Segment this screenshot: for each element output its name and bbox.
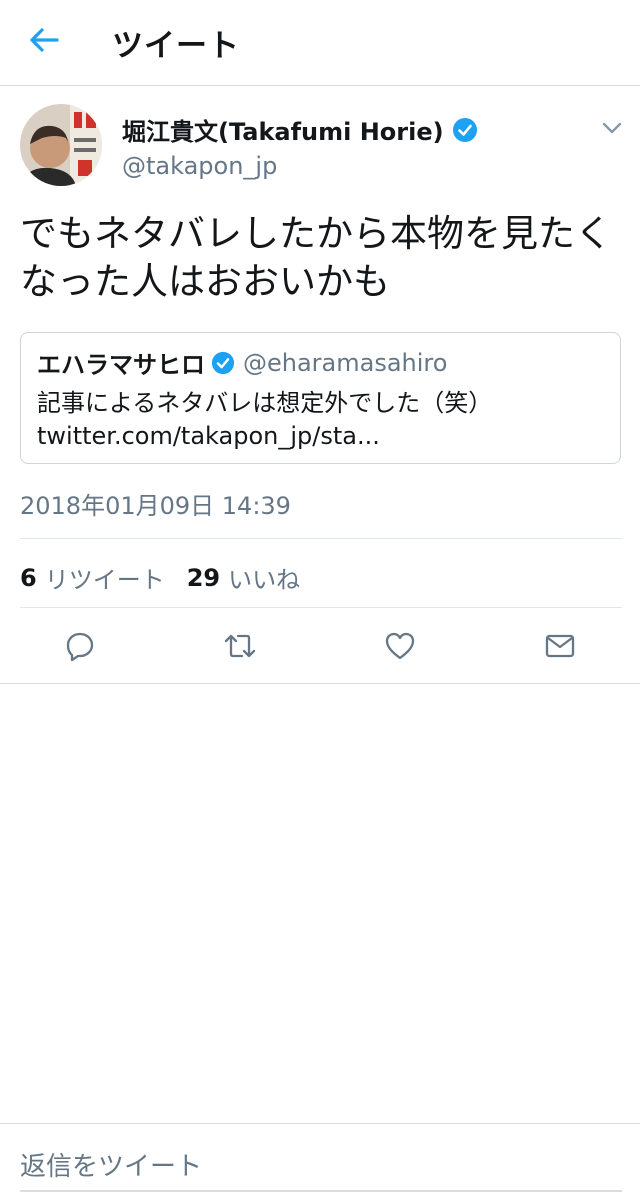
like-icon — [384, 631, 416, 665]
author-avatar[interactable] — [20, 104, 102, 186]
author-name-text: 堀江貴文(Takafumi Horie) — [122, 118, 444, 146]
quoted-tweet-card[interactable]: エハラマサヒロ @eharamasahiro 記事によるネタバレは想定外でした（… — [20, 332, 621, 464]
back-button[interactable] — [22, 22, 66, 62]
retweets-stat[interactable]: 6 リツイート — [20, 560, 165, 595]
author-name[interactable]: 堀江貴文(Takafumi Horie) — [122, 112, 478, 147]
reply-input[interactable]: 返信をツイート — [20, 1146, 202, 1183]
quoted-tweet-link[interactable]: twitter.com/takapon_jp/sta... — [37, 422, 380, 450]
tweet-timestamp: 2018年01月09日 14:39 — [20, 492, 291, 520]
verified-badge-icon — [211, 351, 235, 375]
divider — [20, 538, 622, 539]
likes-count: 29 — [186, 563, 221, 592]
verified-badge-icon — [452, 117, 478, 143]
like-button[interactable] — [380, 628, 420, 668]
chevron-down-icon — [602, 119, 622, 138]
reply-button[interactable] — [60, 628, 100, 668]
retweets-count: 6 — [20, 563, 37, 592]
tweet-action-bar — [0, 620, 640, 676]
engagement-stats: 6 リツイート 29 いいね — [20, 560, 300, 595]
dm-icon — [544, 632, 576, 664]
reply-input-underline — [20, 1190, 622, 1192]
quoted-tweet-text: 記事によるネタバレは想定外でした（笑） — [37, 389, 493, 417]
retweet-icon — [223, 630, 257, 666]
tweet-options-button[interactable] — [598, 114, 626, 142]
author-handle[interactable]: @takapon_jp — [122, 152, 277, 180]
quoted-tweet-header: エハラマサヒロ @eharamasahiro — [37, 345, 447, 380]
retweets-label: リツイート — [44, 566, 165, 594]
reply-icon — [64, 630, 96, 666]
back-arrow-icon — [29, 27, 59, 57]
likes-label: いいね — [228, 566, 301, 594]
page-title: ツイート — [112, 28, 240, 64]
reply-bar: 返信をツイート — [0, 1123, 640, 1197]
divider — [20, 607, 622, 608]
likes-stat[interactable]: 29 いいね — [187, 560, 300, 595]
direct-message-button[interactable] — [540, 628, 580, 668]
divider — [0, 683, 640, 684]
quoted-author-handle: @eharamasahiro — [243, 348, 448, 377]
quoted-author-name: エハラマサヒロ — [37, 351, 205, 379]
tweet-text: でもネタバレしたから本物を見たくなった人はおおいかも — [20, 212, 612, 303]
top-app-bar: ツイート — [0, 0, 640, 86]
retweet-button[interactable] — [220, 628, 260, 668]
